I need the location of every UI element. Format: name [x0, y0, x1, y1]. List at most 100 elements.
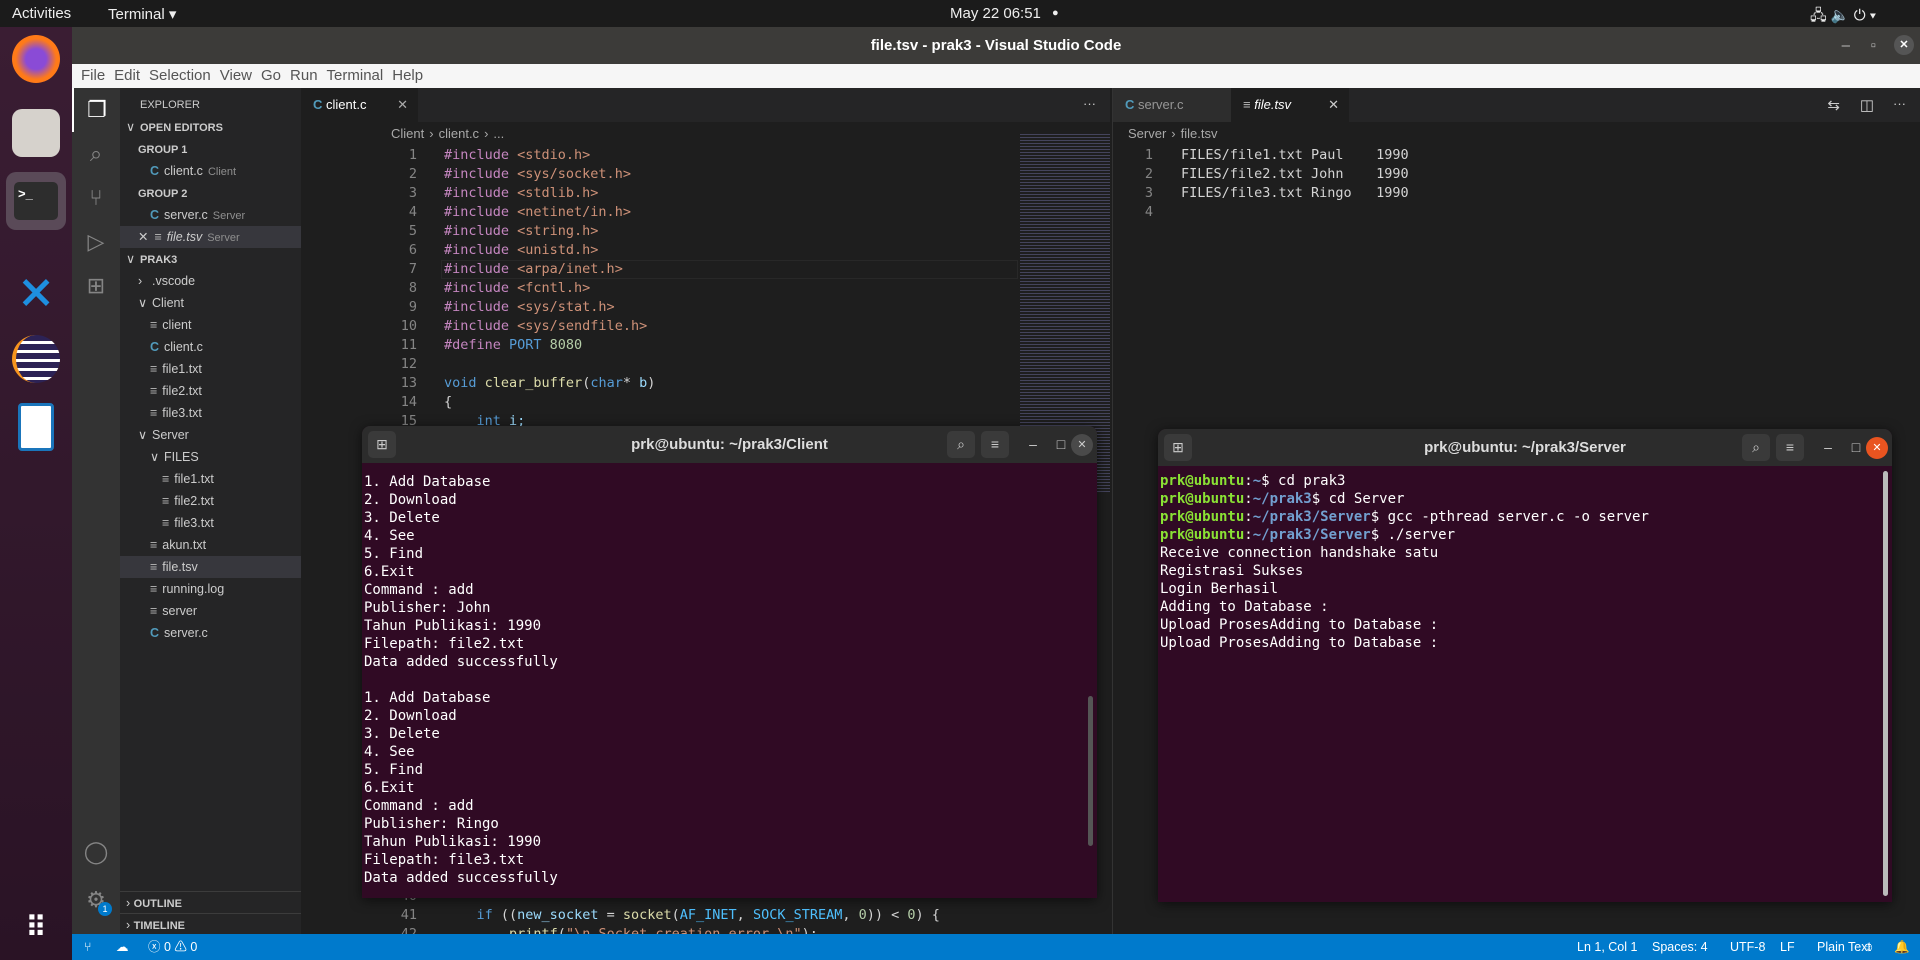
extensions-icon[interactable]: ⊞ — [72, 264, 120, 308]
show-applications-icon[interactable]: ⠿ — [12, 903, 60, 951]
code-line[interactable]: #include <string.h> — [444, 222, 598, 241]
close-button[interactable]: ✕ — [1071, 434, 1093, 456]
code-line[interactable]: FILES/file2.txt John 1990 — [1181, 165, 1409, 184]
tab-client-c[interactable]: C client.c ✕ — [301, 88, 418, 122]
hamburger-menu-icon[interactable]: ≡ — [1776, 434, 1804, 461]
breadcrumb-item[interactable]: file.tsv — [1181, 126, 1218, 141]
close-button[interactable]: ✕ — [1866, 437, 1888, 459]
libreoffice-writer-icon[interactable] — [18, 403, 54, 451]
account-icon[interactable]: ◯ — [72, 830, 120, 874]
code-line[interactable]: #include <fcntl.h> — [444, 279, 590, 298]
menu-selection[interactable]: Selection — [149, 67, 211, 84]
code-line[interactable]: #include <unistd.h> — [444, 241, 598, 260]
sidebar-item[interactable]: Cclient.c — [120, 336, 301, 358]
split-editor-icon[interactable]: ◫ — [1860, 96, 1874, 114]
sidebar-item[interactable]: ≡ file1.txt — [120, 358, 301, 380]
code-line[interactable]: #include <sys/stat.h> — [444, 298, 615, 317]
sidebar-item[interactable]: › .vscode — [120, 270, 301, 292]
sidebar-item[interactable]: Cserver.c Server — [120, 204, 301, 226]
indentation[interactable]: Spaces: 4 — [1652, 934, 1708, 960]
minimize-button[interactable]: – — [1842, 27, 1850, 64]
sidebar-item[interactable]: ≡ running.log — [120, 578, 301, 600]
search-icon[interactable]: ⌕ — [72, 132, 120, 176]
search-icon[interactable]: ⌕ — [947, 431, 975, 458]
sidebar-item[interactable]: ≡ akun.txt — [120, 534, 301, 556]
close-tab-icon[interactable]: ✕ — [397, 88, 408, 122]
sidebar-item[interactable]: ∨ PRAK3 — [120, 248, 301, 270]
code-line[interactable]: #include <stdio.h> — [444, 146, 590, 165]
firefox-icon[interactable] — [12, 35, 60, 83]
sidebar-item[interactable]: ≡ file2.txt — [120, 380, 301, 402]
end-of-line[interactable]: LF — [1780, 934, 1795, 960]
more-actions-button[interactable]: ··· — [1083, 96, 1096, 111]
problems-indicator[interactable]: ⓧ 0 ⚠ 0 — [148, 934, 197, 960]
close-tab-icon[interactable]: ✕ — [1328, 88, 1339, 122]
breadcrumb-item[interactable]: ... — [493, 126, 504, 141]
code-line[interactable]: #include <arpa/inet.h> — [444, 260, 623, 279]
outline-section[interactable]: › OUTLINE — [120, 891, 301, 913]
menu-view[interactable]: View — [220, 67, 252, 84]
minimize-button[interactable]: – — [1019, 431, 1047, 458]
sidebar-item[interactable]: ✕ ≡ file.tsv Server — [120, 226, 301, 248]
files-icon[interactable] — [12, 109, 60, 157]
settings-gear-icon[interactable]: ⚙ 1 — [72, 878, 120, 922]
breadcrumb-item[interactable]: Server — [1128, 126, 1166, 141]
sidebar-item[interactable]: ≡ file2.txt — [120, 490, 301, 512]
sidebar-item[interactable]: ∨ FILES — [120, 446, 301, 468]
menu-run[interactable]: Run — [290, 67, 318, 84]
sidebar-item[interactable]: ≡ file3.txt — [120, 512, 301, 534]
code-line[interactable]: #include <sys/sendfile.h> — [444, 317, 647, 336]
activities-button[interactable]: Activities — [12, 5, 71, 22]
timeline-section[interactable]: › TIMELINE — [120, 913, 301, 935]
encoding[interactable]: UTF-8 — [1730, 934, 1765, 960]
sidebar-item[interactable]: ≡ file1.txt — [120, 468, 301, 490]
sidebar-item[interactable]: Cserver.c — [120, 622, 301, 644]
menu-edit[interactable]: Edit — [114, 67, 140, 84]
menu-file[interactable]: File — [81, 67, 105, 84]
terminal-app-menu[interactable]: Terminal ▾ — [108, 5, 176, 23]
menu-terminal[interactable]: Terminal — [327, 67, 384, 84]
close-editor-icon[interactable]: ✕ — [138, 230, 148, 244]
tab-file-tsv[interactable]: ≡ file.tsv ✕ — [1231, 88, 1349, 122]
eclipse-icon[interactable] — [12, 335, 60, 383]
sidebar-item[interactable]: ≡ file.tsv — [120, 556, 301, 578]
scrollbar[interactable] — [1088, 696, 1093, 846]
code-line[interactable]: #include <sys/socket.h> — [444, 165, 631, 184]
sidebar-item[interactable]: ∨ OPEN EDITORS — [120, 116, 301, 138]
close-window-button[interactable]: ✕ — [1894, 35, 1914, 55]
sidebar-item[interactable]: GROUP 2 — [120, 182, 301, 204]
open-changes-icon[interactable]: ⇆ — [1827, 96, 1840, 114]
code-line[interactable]: FILES/file1.txt Paul 1990 — [1181, 146, 1409, 165]
feedback-icon[interactable]: ☺ — [1862, 934, 1875, 960]
sidebar-item[interactable]: ∨ Client — [120, 292, 301, 314]
cursor-position[interactable]: Ln 1, Col 1 — [1577, 934, 1637, 960]
sidebar-item[interactable]: GROUP 1 — [120, 138, 301, 160]
sidebar-item[interactable]: ∨ Server — [120, 424, 301, 446]
terminal-dock-item[interactable]: >_ — [6, 172, 66, 230]
sidebar-item[interactable]: ≡ file3.txt — [120, 402, 301, 424]
code-line[interactable]: #define PORT 8080 — [444, 336, 582, 355]
code-line[interactable]: #include <netinet/in.h> — [444, 203, 631, 222]
search-icon[interactable]: ⌕ — [1742, 434, 1770, 461]
more-actions-button[interactable]: ··· — [1893, 96, 1906, 111]
notifications-bell-icon[interactable]: 🔔 — [1894, 934, 1910, 960]
sidebar-item[interactable]: ≡ client — [120, 314, 301, 336]
remote-branch-icon[interactable]: ⑂ — [84, 934, 92, 960]
code-line[interactable]: #include <stdlib.h> — [444, 184, 598, 203]
breadcrumb-item[interactable]: Client — [391, 126, 424, 141]
menu-help[interactable]: Help — [392, 67, 423, 84]
vscode-icon[interactable]: ⨯ — [12, 267, 60, 316]
breadcrumb-item[interactable]: client.c — [439, 126, 479, 141]
maximize-button[interactable]: ▫ — [1871, 27, 1876, 64]
sidebar-item[interactable]: ≡ server — [120, 600, 301, 622]
sidebar-item[interactable]: Cclient.c Client — [120, 160, 301, 182]
code-line[interactable]: FILES/file3.txt Ringo 1990 — [1181, 184, 1409, 203]
new-tab-icon[interactable]: ⊞ — [1164, 434, 1192, 461]
clock[interactable]: May 22 06:51 — [950, 5, 1041, 22]
code-line[interactable]: if ((new_socket = socket(AF_INET, SOCK_S… — [444, 906, 940, 925]
run-debug-icon[interactable]: ▷ — [72, 220, 120, 264]
explorer-icon[interactable]: ❐ — [72, 88, 120, 132]
hamburger-menu-icon[interactable]: ≡ — [981, 431, 1009, 458]
source-control-icon[interactable]: ⑂ — [72, 176, 120, 220]
scrollbar[interactable] — [1883, 471, 1888, 896]
